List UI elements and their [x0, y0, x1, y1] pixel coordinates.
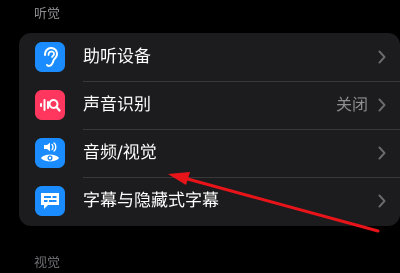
section-header-hearing: 听觉: [34, 7, 61, 22]
row-label: 音频/视觉: [83, 143, 157, 163]
row-label: 字幕与隐藏式字幕: [83, 191, 219, 211]
row-audio-visual[interactable]: 音频/视觉: [19, 129, 400, 177]
row-label: 助听设备: [83, 47, 151, 67]
section-header-vision: 视觉: [34, 256, 61, 271]
row-hearing-devices[interactable]: 助听设备: [19, 33, 400, 81]
sound-recognition-icon: [35, 90, 65, 120]
hearing-settings-group: 助听设备 声音识别 关闭 音频/视觉 字幕与隐藏式字幕: [19, 33, 400, 226]
chevron-right-icon: [378, 194, 386, 208]
row-label: 声音识别: [83, 95, 151, 115]
speaker-eye-icon: [35, 138, 65, 168]
chevron-right-icon: [378, 50, 386, 64]
chevron-right-icon: [378, 146, 386, 160]
row-sound-recognition[interactable]: 声音识别 关闭: [19, 81, 400, 129]
captions-icon: [35, 186, 65, 216]
ear-icon: [35, 42, 65, 72]
chevron-right-icon: [378, 98, 386, 112]
row-subtitles-captions[interactable]: 字幕与隐藏式字幕: [19, 177, 400, 225]
row-value: 关闭: [335, 95, 368, 114]
